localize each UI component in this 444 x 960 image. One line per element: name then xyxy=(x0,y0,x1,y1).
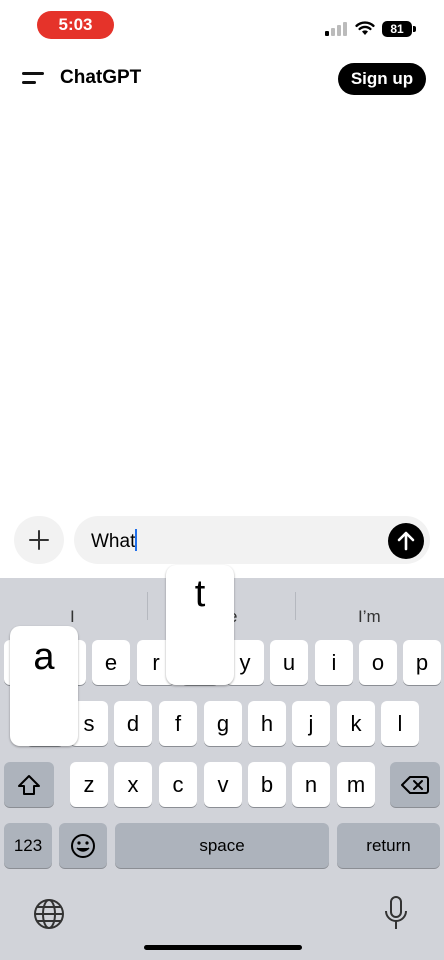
backspace-icon xyxy=(401,775,429,794)
emoji-icon xyxy=(71,833,95,858)
key-n[interactable]: n xyxy=(292,762,330,807)
text-cursor xyxy=(135,529,138,551)
app-title: ChatGPT xyxy=(60,67,142,88)
battery-indicator: 81 xyxy=(382,21,416,37)
key-k[interactable]: k xyxy=(337,701,375,746)
menu-icon[interactable] xyxy=(22,70,46,88)
emoji-key[interactable] xyxy=(59,823,107,868)
key-i[interactable]: i xyxy=(315,640,353,685)
suggestion-divider xyxy=(295,592,296,620)
key-popup-a: a xyxy=(10,626,78,746)
key-m[interactable]: m xyxy=(337,762,375,807)
plus-icon xyxy=(29,530,49,550)
key-p[interactable]: p xyxy=(403,640,441,685)
status-time: 5:03 xyxy=(37,11,114,39)
key-l[interactable]: l xyxy=(381,701,419,746)
key-v[interactable]: v xyxy=(204,762,242,807)
send-arrow-icon xyxy=(397,531,415,551)
key-e[interactable]: e xyxy=(92,640,130,685)
shift-icon xyxy=(18,774,40,795)
backspace-key[interactable] xyxy=(390,762,440,807)
microphone-icon[interactable] xyxy=(384,896,408,930)
shift-key[interactable] xyxy=(4,762,54,807)
message-input[interactable]: What xyxy=(74,516,430,564)
key-j[interactable]: j xyxy=(292,701,330,746)
return-key[interactable]: return xyxy=(337,823,440,868)
message-input-text: What xyxy=(91,531,136,552)
add-attachment-button[interactable] xyxy=(14,516,64,564)
key-h[interactable]: h xyxy=(248,701,286,746)
key-g[interactable]: g xyxy=(204,701,242,746)
suggestion-3[interactable]: I’m xyxy=(358,607,381,627)
key-b[interactable]: b xyxy=(248,762,286,807)
key-u[interactable]: u xyxy=(270,640,308,685)
wifi-icon xyxy=(355,21,375,35)
sign-up-button[interactable]: Sign up xyxy=(338,63,426,95)
signal-icon xyxy=(325,22,347,36)
suggestion-divider xyxy=(147,592,148,620)
key-o[interactable]: o xyxy=(359,640,397,685)
key-d[interactable]: d xyxy=(114,701,152,746)
key-c[interactable]: c xyxy=(159,762,197,807)
space-key[interactable]: space xyxy=(115,823,329,868)
home-indicator xyxy=(144,945,302,950)
send-button[interactable] xyxy=(388,523,424,559)
key-f[interactable]: f xyxy=(159,701,197,746)
key-z[interactable]: z xyxy=(70,762,108,807)
numbers-key[interactable]: 123 xyxy=(4,823,52,868)
suggestion-1[interactable]: I xyxy=(70,607,75,627)
globe-icon[interactable] xyxy=(33,898,65,930)
key-popup-t: t xyxy=(166,565,234,685)
key-x[interactable]: x xyxy=(114,762,152,807)
